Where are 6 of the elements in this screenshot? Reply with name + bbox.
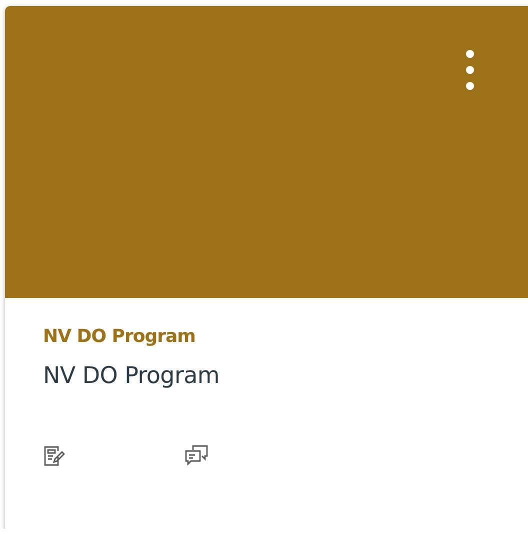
course-code[interactable]: NV DO Program: [43, 326, 527, 347]
course-card[interactable]: NV DO Program NV DO Program: [5, 6, 528, 529]
course-name: NV DO Program: [43, 363, 221, 389]
more-options-icon[interactable]: [465, 49, 475, 91]
assignments-icon[interactable]: [43, 445, 65, 467]
discussions-icon[interactable]: [185, 445, 209, 467]
